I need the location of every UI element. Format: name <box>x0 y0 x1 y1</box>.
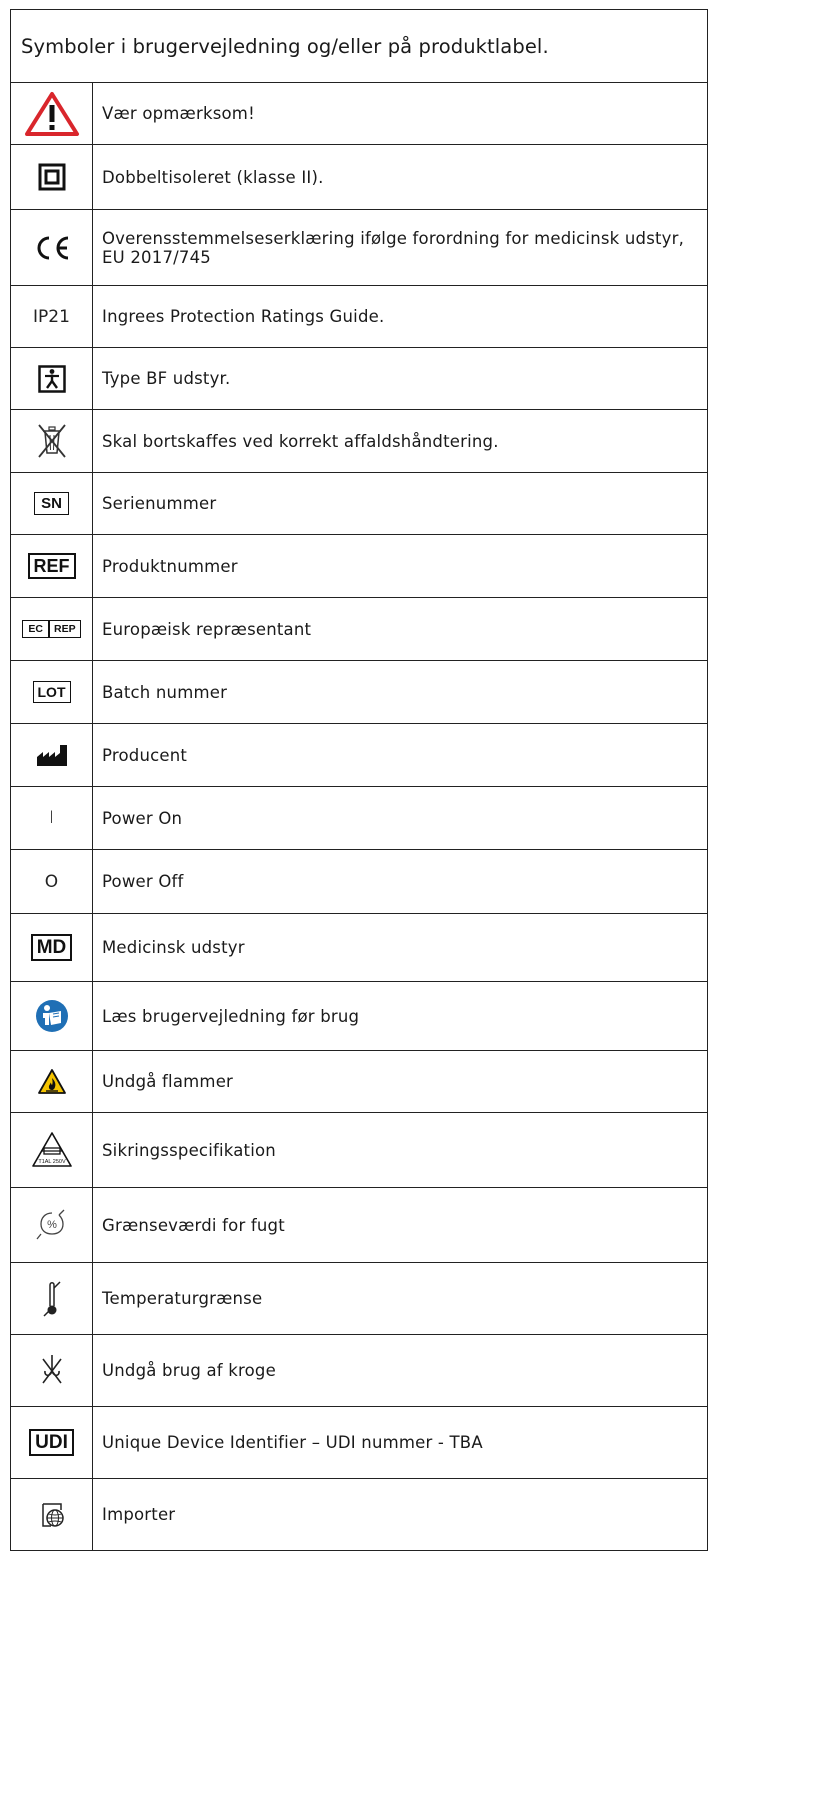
serial-number-icon: SN <box>34 492 69 515</box>
table-row: Vær opmærksom! <box>10 82 708 145</box>
row-description: Skal bortskaffes ved korrekt affaldshånd… <box>92 409 708 473</box>
table-row: EC REP Europæisk repræsentant <box>10 597 708 661</box>
table-row: MD Medicinsk udstyr <box>10 913 708 982</box>
row-description: Power On <box>92 786 708 850</box>
row-description: Importer <box>92 1478 708 1551</box>
lot-number-icon: LOT <box>32 681 71 703</box>
ec-rep-icon: EC REP <box>11 619 92 639</box>
row-description: Vær opmærksom! <box>92 82 708 145</box>
row-description: Producent <box>92 723 708 787</box>
row-description: Grænseværdi for fugt <box>92 1187 708 1263</box>
reference-number-icon: REF <box>27 553 76 579</box>
humidity-percent-text: % <box>47 1219 57 1231</box>
temperature-limit-icon <box>42 1280 61 1317</box>
fuse-rating-text: T1AL 250V <box>38 1159 66 1165</box>
ip-rating-label: IP21 <box>33 306 70 327</box>
table-row: % Grænseværdi for fugt <box>10 1187 708 1263</box>
row-description: Temperaturgrænse <box>92 1262 708 1335</box>
table-row: Importer <box>10 1478 708 1551</box>
row-description: Undgå brug af kroge <box>92 1334 708 1407</box>
table-row: Skal bortskaffes ved korrekt affaldshånd… <box>10 409 708 473</box>
row-description: Europæisk repræsentant <box>92 597 708 661</box>
ce-mark-icon <box>37 236 68 259</box>
symbols-table: Symboler i brugervejledning og/eller på … <box>10 9 708 1551</box>
row-description: Ingrees Protection Ratings Guide. <box>92 285 708 348</box>
row-description: Læs brugervejledning før brug <box>92 981 708 1051</box>
warning-triangle-icon <box>24 91 79 136</box>
flame-warning-icon <box>37 1069 66 1094</box>
table-header: Symboler i brugervejledning og/eller på … <box>10 9 708 83</box>
table-row: SN Serienummer <box>10 472 708 535</box>
table-row: T1AL 250V Sikringsspecifikation <box>10 1112 708 1188</box>
importer-icon <box>41 1502 64 1527</box>
humidity-limit-icon: % <box>35 1209 64 1240</box>
type-bf-icon <box>37 364 66 393</box>
udi-icon: UDI <box>29 1429 74 1456</box>
medical-device-icon: MD <box>30 934 73 961</box>
power-on-icon: I <box>48 808 54 828</box>
row-description: Dobbeltisoleret (klasse II). <box>92 144 708 210</box>
double-insulation-icon <box>38 163 65 191</box>
row-description: Batch nummer <box>92 660 708 724</box>
read-manual-icon <box>35 1000 68 1032</box>
row-description: Serienummer <box>92 472 708 535</box>
table-row: Type BF udstyr. <box>10 347 708 410</box>
table-row: Dobbeltisoleret (klasse II). <box>10 144 708 210</box>
table-row: Undgå brug af kroge <box>10 1334 708 1407</box>
row-description: Sikringsspecifikation <box>92 1112 708 1188</box>
table-row: IP21 Ingrees Protection Ratings Guide. <box>10 285 708 348</box>
table-row: Temperaturgrænse <box>10 1262 708 1335</box>
table-row: I Power On <box>10 786 708 850</box>
table-row: UDI Unique Device Identifier – UDI numme… <box>10 1406 708 1479</box>
table-row: O Power Off <box>10 849 708 914</box>
table-row: Overensstemmelseserklæring ifølge forord… <box>10 209 708 286</box>
row-description: Power Off <box>92 849 708 914</box>
row-description: Undgå flammer <box>92 1050 708 1113</box>
fuse-icon: T1AL 250V <box>31 1132 72 1167</box>
row-description: Unique Device Identifier – UDI nummer - … <box>92 1406 708 1479</box>
row-description: Overensstemmelseserklæring ifølge forord… <box>92 209 708 286</box>
power-off-icon: O <box>44 871 59 892</box>
crossed-bin-icon <box>37 424 66 458</box>
row-description: Type BF udstyr. <box>92 347 708 410</box>
table-row: Læs brugervejledning før brug <box>10 981 708 1051</box>
table-row: Producent <box>10 723 708 787</box>
row-description: Medicinsk udstyr <box>92 913 708 982</box>
table-row: Undgå flammer <box>10 1050 708 1113</box>
row-description: Produktnummer <box>92 534 708 598</box>
table-row: LOT Batch nummer <box>10 660 708 724</box>
manufacturer-icon <box>36 745 67 766</box>
table-row: REF Produktnummer <box>10 534 708 598</box>
no-hooks-icon <box>41 1354 62 1383</box>
